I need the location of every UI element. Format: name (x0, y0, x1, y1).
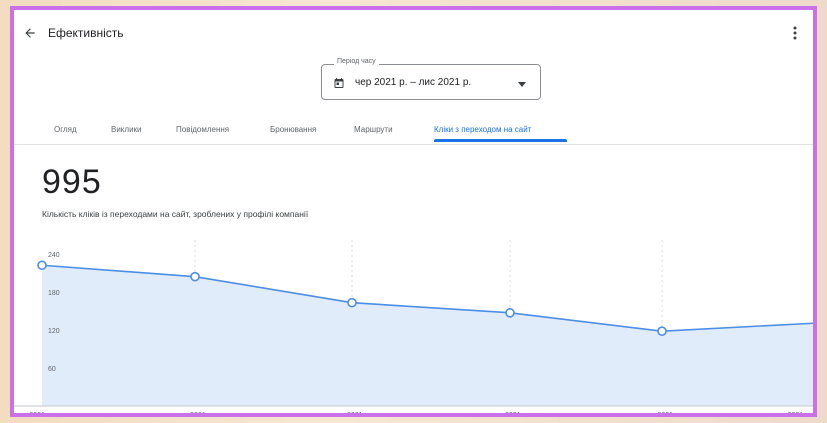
top-bar: Ефективність (14, 10, 813, 54)
x-tick-label: вер 2021 р. (492, 412, 529, 413)
back-button[interactable] (20, 23, 40, 43)
more-vert-icon (793, 26, 797, 40)
data-point (190, 271, 200, 282)
arrow-back-icon (25, 28, 35, 38)
clicks-area-chart: 240 180 120 60 чер 2021 р. лип 2021 р. сер 202… (14, 240, 813, 413)
data-point (37, 260, 47, 271)
data-point (505, 308, 515, 318)
tab-bar: Огляд Виклики Повідомлення Бронювання Ма… (14, 112, 813, 145)
tab-website-clicks[interactable]: Кліки з переходом на сайт (434, 125, 531, 134)
tab-bookings[interactable]: Бронювання (270, 125, 316, 134)
x-tick-label: лип 2021 р. (176, 412, 213, 413)
y-tick-label: 60 (48, 366, 56, 373)
y-tick-label: 120 (48, 328, 60, 335)
period-select[interactable]: Період часу чер 2021 р. – лис 2021 р. (321, 58, 541, 100)
tab-routes[interactable]: Маршрути (354, 125, 393, 134)
calendar-icon (334, 78, 344, 88)
chart-area-fill (42, 265, 813, 406)
y-tick-label: 240 (48, 252, 60, 259)
x-tick-label: жов 2021 р. (643, 412, 681, 413)
dropdown-arrow-icon (518, 82, 526, 87)
metric-description: Кількість кліків із переходами на сайт, … (42, 209, 309, 219)
app-frame: Ефективність Період часу чер 2021 р. – л… (10, 6, 817, 417)
page-title: Ефективність (48, 26, 124, 40)
tab-messages[interactable]: Повідомлення (176, 125, 229, 134)
active-tab-indicator (434, 139, 567, 142)
tab-calls[interactable]: Виклики (111, 125, 142, 134)
period-value: чер 2021 р. – лис 2021 р. (355, 77, 472, 88)
x-tick-label: сер 2021 р. (334, 412, 371, 413)
more-options-button[interactable] (787, 24, 803, 42)
x-tick-label: лис 2021 р. (774, 412, 811, 413)
x-tick-label: чер 2021 р. (16, 412, 53, 413)
tab-overview[interactable]: Огляд (54, 125, 77, 134)
total-clicks-value: 995 (42, 163, 102, 201)
y-tick-label: 180 (48, 290, 60, 297)
data-point (347, 297, 357, 308)
period-label: Період часу (334, 58, 379, 65)
data-point (657, 326, 667, 336)
